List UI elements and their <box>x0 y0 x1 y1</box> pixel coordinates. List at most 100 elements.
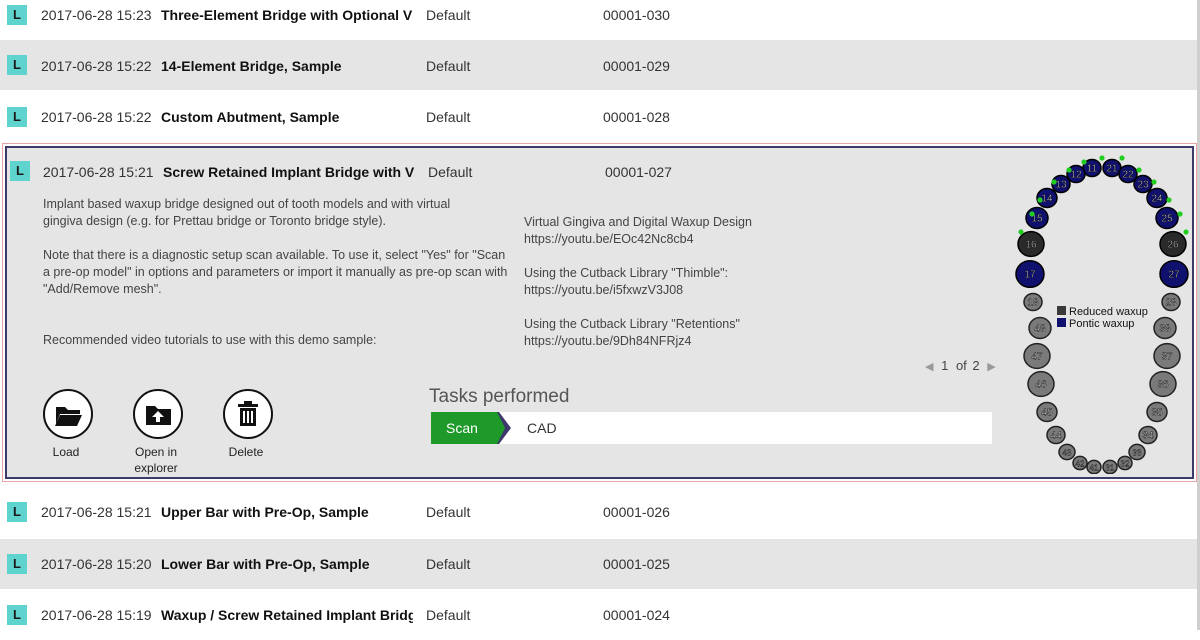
task-scan[interactable]: Scan <box>431 412 491 444</box>
tooth-28[interactable]: 28 <box>1161 292 1181 312</box>
tooth-41[interactable]: 41 <box>1086 459 1102 474</box>
row-code: 00001-025 <box>603 556 670 572</box>
tooth-number: 21 <box>1106 164 1118 175</box>
tooth-46[interactable]: 46 <box>1027 370 1055 398</box>
tooth-36[interactable]: 36 <box>1149 370 1177 398</box>
tooth-number: 34 <box>1142 431 1154 442</box>
row-date: 2017-06-28 15:22 <box>41 58 152 74</box>
row-code: 00001-024 <box>603 607 670 623</box>
tooth-marker-dot <box>1177 211 1183 217</box>
folder-upload-icon <box>146 406 171 425</box>
tooth-marker-dot <box>1119 155 1125 161</box>
tooth-31[interactable]: 31 <box>1102 459 1118 474</box>
table-row[interactable]: L 2017-06-28 15:23 Three-Element Bridge … <box>0 0 1197 40</box>
legend-reduced: Reduced waxup <box>1069 306 1148 318</box>
tooth-number: 16 <box>1025 240 1037 251</box>
load-button[interactable] <box>43 389 93 439</box>
tooth-number: 45 <box>1041 408 1053 419</box>
tooth-33[interactable]: 33 <box>1128 443 1146 461</box>
lab-badge: L <box>7 605 27 625</box>
tooth-number: 33 <box>1133 449 1142 458</box>
tooth-marker-dot <box>1183 229 1189 235</box>
tasks-performed-title: Tasks performed <box>429 386 570 407</box>
tooth-number: 31 <box>1106 464 1115 473</box>
tooth-marker-dot <box>1166 197 1172 203</box>
tooth-32[interactable]: 32 <box>1117 455 1133 471</box>
tooth-37[interactable]: 37 <box>1153 342 1181 370</box>
row-name: Custom Abutment, Sample <box>161 109 340 125</box>
row-lab: Default <box>428 164 473 180</box>
row-code: 00001-026 <box>603 504 670 520</box>
tooth-number: 23 <box>1137 180 1149 191</box>
tooth-44[interactable]: 44 <box>1046 425 1066 445</box>
lab-badge: L <box>7 502 27 522</box>
pager-prev-icon[interactable]: ◀ <box>925 361 933 373</box>
tooth-35[interactable]: 35 <box>1146 401 1168 423</box>
tooth-marker-dot <box>1018 229 1024 235</box>
case-note: Note that there is a diagnostic setup sc… <box>43 248 508 296</box>
tooth-42[interactable]: 42 <box>1072 455 1088 471</box>
table-row[interactable]: L 2017-06-28 15:21 Upper Bar with Pre-Op… <box>0 487 1197 537</box>
tooth-17[interactable]: 17 <box>1015 259 1045 289</box>
legend-swatch-pontic <box>1057 318 1066 327</box>
tutorials-intro: Recommended video tutorials to use with … <box>43 333 377 347</box>
tooth-48[interactable]: 48 <box>1028 316 1052 340</box>
tooth-marker-dot <box>1136 167 1142 173</box>
load-label: Load <box>52 445 80 459</box>
row-name: Lower Bar with Pre-Op, Sample <box>161 556 370 572</box>
tooth-number: 36 <box>1157 380 1169 391</box>
task-cad[interactable]: CAD <box>527 412 557 444</box>
row-date: 2017-06-28 15:21 <box>43 164 154 180</box>
tooth-16[interactable]: 16 <box>1017 230 1045 258</box>
tooth-marker-dot <box>1081 159 1087 165</box>
tooth-marker-dot <box>1029 211 1035 217</box>
row-code: 00001-029 <box>603 58 670 74</box>
tooth-number: 38 <box>1159 324 1171 335</box>
tooth-marker-dot <box>1151 179 1157 185</box>
tutorial-link[interactable]: https://youtu.be/EOc42Nc8cb4 <box>524 231 694 248</box>
tutorial-title: Using the Cutback Library "Retentions" <box>524 317 740 331</box>
table-row[interactable]: L 2017-06-28 15:22 14-Element Bridge, Sa… <box>0 40 1197 90</box>
tooth-15[interactable]: 15 <box>1025 206 1049 230</box>
tooth-45[interactable]: 45 <box>1036 401 1058 423</box>
tooth-number: 42 <box>1076 460 1085 469</box>
tooth-43[interactable]: 43 <box>1058 443 1076 461</box>
tooth-34[interactable]: 34 <box>1138 425 1158 445</box>
tutorial-link[interactable]: https://youtu.be/9Dh84NFRjz4 <box>524 333 691 350</box>
tooth-number: 35 <box>1151 408 1163 419</box>
legend-swatch-reduced <box>1057 306 1066 315</box>
row-lab: Default <box>426 7 471 23</box>
table-row[interactable]: L 2017-06-28 15:22 Custom Abutment, Samp… <box>0 91 1197 141</box>
table-row[interactable]: L 2017-06-28 15:19 Waxup / Screw Retaine… <box>0 590 1197 640</box>
delete-label: Delete <box>228 445 264 459</box>
tooth-number: 22 <box>1122 170 1134 181</box>
row-name: 14-Element Bridge, Sample <box>161 58 342 74</box>
open-in-explorer-label: Open in explorer <box>134 445 178 475</box>
pager-next-icon[interactable]: ▶ <box>987 361 995 373</box>
delete-button[interactable] <box>223 389 273 439</box>
row-lab: Default <box>426 58 471 74</box>
lab-badge: L <box>7 554 27 574</box>
tooth-number: 32 <box>1121 460 1130 469</box>
open-in-explorer-button[interactable] <box>133 389 183 439</box>
tooth-24[interactable]: 24 <box>1146 187 1168 209</box>
tooth-26[interactable]: 26 <box>1159 230 1187 258</box>
expanded-case-panel[interactable]: L 2017-06-28 15:21 Screw Retained Implan… <box>2 143 1197 482</box>
tooth-18[interactable]: 18 <box>1023 292 1043 312</box>
tooth-number: 47 <box>1031 352 1043 363</box>
row-lab: Default <box>426 556 471 572</box>
tutorial-link[interactable]: https://youtu.be/i5fxwzV3J08 <box>524 282 683 299</box>
row-date: 2017-06-28 15:19 <box>41 607 152 623</box>
tooth-38[interactable]: 38 <box>1153 316 1177 340</box>
tooth-27[interactable]: 27 <box>1159 259 1189 289</box>
trash-icon <box>238 401 258 426</box>
row-name: Upper Bar with Pre-Op, Sample <box>161 504 369 520</box>
row-code: 00001-027 <box>605 164 672 180</box>
tooth-number: 43 <box>1063 449 1072 458</box>
tooth-25[interactable]: 25 <box>1155 206 1179 230</box>
tooth-23[interactable]: 23 <box>1133 174 1153 194</box>
tooth-number: 13 <box>1055 180 1067 191</box>
table-row[interactable]: L 2017-06-28 15:20 Lower Bar with Pre-Op… <box>0 539 1197 589</box>
row-code: 00001-030 <box>603 7 670 23</box>
tooth-47[interactable]: 47 <box>1023 342 1051 370</box>
